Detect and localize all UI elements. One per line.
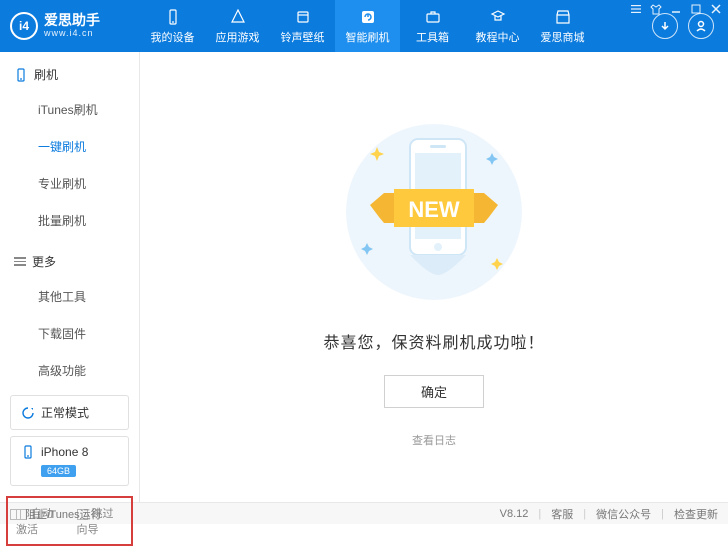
view-log-link[interactable]: 查看日志 <box>412 432 456 448</box>
ok-button[interactable]: 确定 <box>384 375 484 408</box>
svg-text:NEW: NEW <box>408 197 460 222</box>
version-label: V8.12 <box>500 508 529 520</box>
brand-name: 爱思助手 <box>44 13 100 28</box>
download-button[interactable] <box>652 13 678 39</box>
flash-icon <box>359 8 377 26</box>
sidebar-item-onekey-flash[interactable]: 一键刷机 <box>0 128 139 165</box>
sidebar-section-more: 更多 <box>0 253 139 278</box>
tab-flash[interactable]: 智能刷机 <box>335 0 400 52</box>
update-link[interactable]: 检查更新 <box>674 506 718 522</box>
tab-tools[interactable]: 工具箱 <box>400 0 465 52</box>
tab-my-device[interactable]: 我的设备 <box>140 0 205 52</box>
tab-tutorial[interactable]: 教程中心 <box>465 0 530 52</box>
apps-icon <box>229 8 247 26</box>
sidebar-item-advanced[interactable]: 高级功能 <box>0 352 139 389</box>
success-illustration: NEW <box>324 117 544 307</box>
sidebar-item-pro-flash[interactable]: 专业刷机 <box>0 165 139 202</box>
device-icon <box>164 8 182 26</box>
refresh-icon <box>21 406 35 420</box>
mode-label: 正常模式 <box>41 404 89 421</box>
device-box[interactable]: iPhone 8 64GB <box>10 436 129 486</box>
tutorial-icon <box>489 8 507 26</box>
nav-tabs: 我的设备 应用游戏 铃声壁纸 智能刷机 工具箱 教程中心 爱思商城 <box>140 0 652 52</box>
logo-icon: i4 <box>10 12 38 40</box>
success-message: 恭喜您，保资料刷机成功啦！ <box>323 329 544 353</box>
logo-area: i4 爱思助手 www.i4.cn <box>0 12 140 40</box>
window-controls <box>630 3 722 15</box>
close-icon[interactable] <box>710 3 722 15</box>
mode-box[interactable]: 正常模式 <box>10 395 129 430</box>
maximize-icon[interactable] <box>690 3 702 15</box>
user-button[interactable] <box>688 13 714 39</box>
skin-icon[interactable] <box>650 3 662 15</box>
tab-ringtones[interactable]: 铃声壁纸 <box>270 0 335 52</box>
sidebar-item-batch-flash[interactable]: 批量刷机 <box>0 202 139 239</box>
main-content: NEW 恭喜您，保资料刷机成功啦！ 确定 查看日志 <box>140 52 728 502</box>
sidebar-item-other-tools[interactable]: 其他工具 <box>0 278 139 315</box>
minimize-icon[interactable] <box>670 3 682 15</box>
block-itunes-checkbox[interactable]: 阻止iTunes运行 <box>10 506 102 522</box>
brand-url: www.i4.cn <box>44 29 100 39</box>
store-icon <box>554 8 572 26</box>
sidebar-section-flash: 刷机 <box>0 66 139 91</box>
sidebar: 刷机 iTunes刷机 一键刷机 专业刷机 批量刷机 更多 其他工具 下载固件 … <box>0 52 140 502</box>
sidebar-item-itunes-flash[interactable]: iTunes刷机 <box>0 91 139 128</box>
storage-badge: 64GB <box>41 465 76 477</box>
support-link[interactable]: 客服 <box>551 506 573 522</box>
sidebar-item-download-fw[interactable]: 下载固件 <box>0 315 139 352</box>
ringtone-icon <box>294 8 312 26</box>
app-header: i4 爱思助手 www.i4.cn 我的设备 应用游戏 铃声壁纸 智能刷机 工具… <box>0 0 728 52</box>
menu-icon[interactable] <box>630 3 642 15</box>
tab-store[interactable]: 爱思商城 <box>530 0 595 52</box>
phone-icon <box>14 68 28 82</box>
toolbox-icon <box>424 8 442 26</box>
tab-apps[interactable]: 应用游戏 <box>205 0 270 52</box>
phone-icon <box>21 445 35 459</box>
device-name: iPhone 8 <box>41 445 88 459</box>
wechat-link[interactable]: 微信公众号 <box>596 506 651 522</box>
hamburger-icon <box>14 257 26 266</box>
